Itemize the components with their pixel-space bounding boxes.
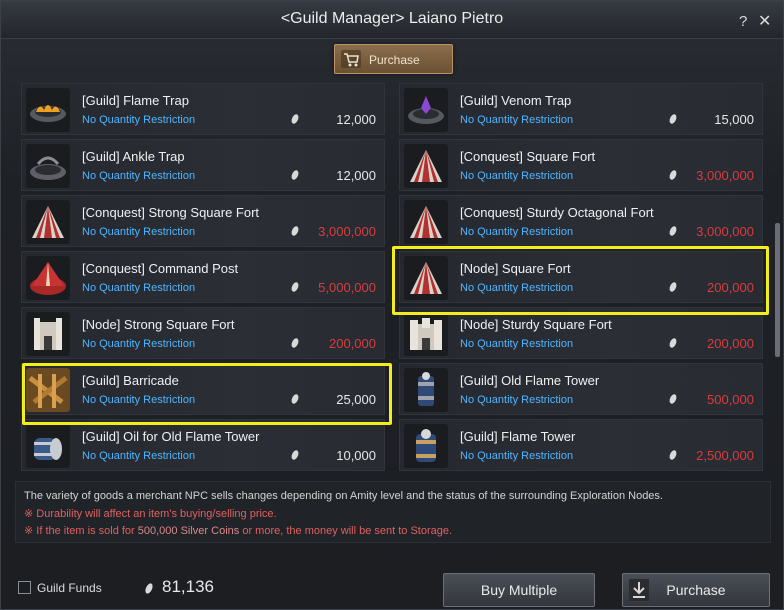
window-title: <Guild Manager> Laiano Pietro xyxy=(280,10,504,27)
item-quantity: No Quantity Restriction xyxy=(82,114,196,126)
tent-icon xyxy=(26,200,70,244)
silver-coin-icon xyxy=(290,225,300,237)
item-price: 200,000 xyxy=(329,336,376,351)
item-price: 15,000 xyxy=(714,112,754,127)
item-name: [Guild] Old Flame Tower xyxy=(460,373,600,388)
command-post-icon xyxy=(26,256,70,300)
item-price: 3,000,000 xyxy=(318,224,376,239)
item-name: [Guild] Venom Trap xyxy=(460,93,572,108)
footer-bar: Guild Funds 81,136 Buy Multiple Purchase xyxy=(1,561,783,609)
item-price: 3,000,000 xyxy=(696,224,754,239)
silver-coin-icon xyxy=(143,582,155,595)
purchase-button[interactable]: Purchase xyxy=(622,573,770,607)
item-quantity: No Quantity Restriction xyxy=(460,170,574,182)
info-amity-text: The variety of goods a merchant NPC sell… xyxy=(24,490,663,502)
info-storage-text: ※ If the item is sold for 500,000 Silver… xyxy=(24,524,452,537)
item-price: 5,000,000 xyxy=(318,280,376,295)
silver-coin-icon xyxy=(668,393,678,405)
oil-barrel-icon xyxy=(26,424,70,468)
item-name: [Guild] Ankle Trap xyxy=(82,149,185,164)
item-name: [Conquest] Square Fort xyxy=(460,149,596,164)
item-price: 500,000 xyxy=(707,392,754,407)
item-row[interactable]: [Conquest] Sturdy Octagonal Fort No Quan… xyxy=(399,195,763,247)
fort-icon xyxy=(26,312,70,356)
highlight-guild-barricade xyxy=(22,363,392,425)
item-quantity: No Quantity Restriction xyxy=(82,338,196,350)
tab-purchase[interactable]: Purchase xyxy=(334,44,453,74)
info-storage-suffix: or more, the money will be sent to Stora… xyxy=(239,525,453,537)
item-quantity: No Quantity Restriction xyxy=(82,226,196,238)
item-price: 10,000 xyxy=(336,448,376,463)
silver-coin-icon xyxy=(290,337,300,349)
silver-coin-icon xyxy=(668,449,678,461)
guild-funds-label: Guild Funds xyxy=(37,581,102,595)
item-price: 12,000 xyxy=(336,112,376,127)
item-name: [Guild] Flame Tower xyxy=(460,429,576,444)
silver-coin-icon xyxy=(290,281,300,293)
item-price: 200,000 xyxy=(707,336,754,351)
silver-coin-icon xyxy=(668,169,678,181)
silver-coin-icon xyxy=(668,225,678,237)
item-row[interactable]: [Guild] Flame Trap No Quantity Restricti… xyxy=(21,83,385,135)
fort-icon xyxy=(404,312,448,356)
tent-icon xyxy=(404,144,448,188)
item-price: 3,000,000 xyxy=(696,168,754,183)
item-row[interactable]: [Conquest] Strong Square Fort No Quantit… xyxy=(21,195,385,247)
item-name: [Guild] Oil for Old Flame Tower xyxy=(82,429,260,444)
item-row[interactable]: [Conquest] Square Fort No Quantity Restr… xyxy=(399,139,763,191)
info-storage-amount: 500,000 Silver Coins xyxy=(137,525,240,537)
scrollbar[interactable] xyxy=(775,223,780,357)
item-row[interactable]: [Guild] Ankle Trap No Quantity Restricti… xyxy=(21,139,385,191)
close-button[interactable]: ✕ xyxy=(758,11,771,31)
item-name: [Conquest] Command Post xyxy=(82,261,239,276)
item-row[interactable]: [Conquest] Command Post No Quantity Rest… xyxy=(21,251,385,303)
item-quantity: No Quantity Restriction xyxy=(460,394,574,406)
silver-coin-icon xyxy=(668,113,678,125)
help-button[interactable]: ? xyxy=(739,13,747,30)
item-name: [Node] Sturdy Square Fort xyxy=(460,317,612,332)
title-bar[interactable]: <Guild Manager> Laiano Pietro ? ✕ xyxy=(1,1,783,39)
item-name: [Node] Strong Square Fort xyxy=(82,317,235,332)
tent-icon xyxy=(404,200,448,244)
highlight-node-square-fort xyxy=(392,246,769,315)
item-price: 12,000 xyxy=(336,168,376,183)
item-row[interactable]: [Guild] Venom Trap No Quantity Restricti… xyxy=(399,83,763,135)
silver-coin-icon xyxy=(290,449,300,461)
item-row[interactable]: [Guild] Old Flame Tower No Quantity Rest… xyxy=(399,363,763,415)
guild-funds-amount: 81,136 xyxy=(162,577,214,596)
item-row[interactable]: [Node] Strong Square Fort No Quantity Re… xyxy=(21,307,385,359)
item-row[interactable]: [Guild] Oil for Old Flame Tower No Quant… xyxy=(21,419,385,471)
ankle-trap-icon xyxy=(26,144,70,188)
cart-icon xyxy=(341,50,361,68)
venom-trap-icon xyxy=(404,88,448,132)
flame-trap-icon xyxy=(26,88,70,132)
info-storage-prefix: ※ If the item is sold for xyxy=(24,525,138,537)
item-quantity: No Quantity Restriction xyxy=(460,114,574,126)
silver-coin-icon xyxy=(290,113,300,125)
buy-multiple-button[interactable]: Buy Multiple xyxy=(443,573,595,607)
item-quantity: No Quantity Restriction xyxy=(460,226,574,238)
item-name: [Guild] Flame Trap xyxy=(82,93,189,108)
item-quantity: No Quantity Restriction xyxy=(460,450,574,462)
guild-funds-checkbox[interactable] xyxy=(18,581,31,594)
item-price: 2,500,000 xyxy=(696,448,754,463)
download-icon xyxy=(629,579,649,601)
item-quantity: No Quantity Restriction xyxy=(460,338,574,350)
flame-tower-icon xyxy=(404,368,448,412)
silver-coin-icon xyxy=(668,337,678,349)
flame-tower-icon xyxy=(404,424,448,468)
item-name: [Conquest] Sturdy Octagonal Fort xyxy=(460,205,654,220)
tab-purchase-label: Purchase xyxy=(369,53,420,67)
silver-coin-icon xyxy=(290,169,300,181)
item-row[interactable]: [Guild] Flame Tower No Quantity Restrict… xyxy=(399,419,763,471)
item-quantity: No Quantity Restriction xyxy=(82,450,196,462)
item-quantity: No Quantity Restriction xyxy=(82,282,196,294)
purchase-button-label: Purchase xyxy=(666,582,726,598)
guild-manager-window: <Guild Manager> Laiano Pietro ? ✕ Purcha… xyxy=(0,0,784,610)
info-panel: The variety of goods a merchant NPC sell… xyxy=(15,481,771,543)
info-durability-text: ※ Durability will affect an item's buyin… xyxy=(24,508,277,520)
item-quantity: No Quantity Restriction xyxy=(82,170,196,182)
item-name: [Conquest] Strong Square Fort xyxy=(82,205,260,220)
